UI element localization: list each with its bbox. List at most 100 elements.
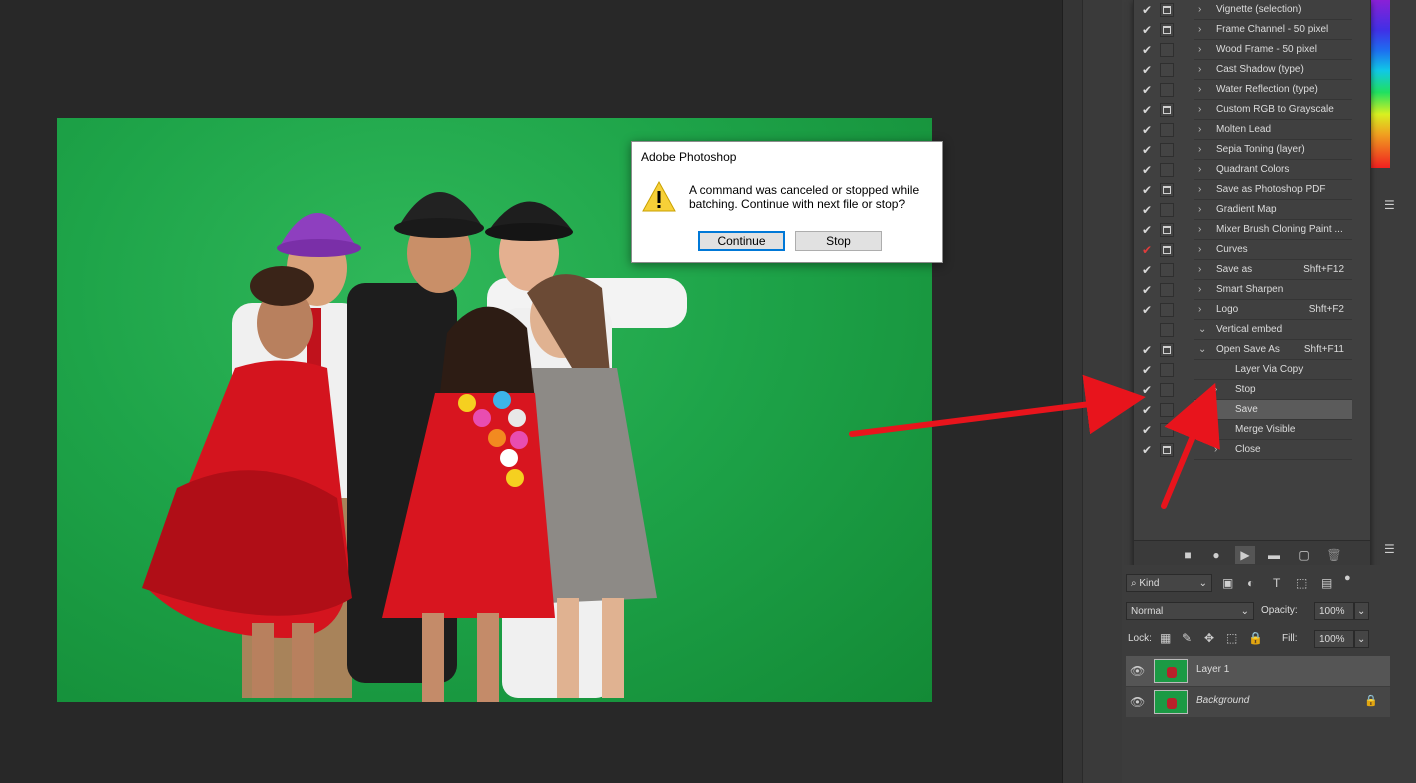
dialog-toggle-icon[interactable] (1160, 103, 1174, 117)
chevron-right-icon[interactable]: › (1198, 280, 1208, 299)
action-name-cell[interactable]: › Water Reflection (type) (1194, 80, 1352, 100)
lock-artboard-icon[interactable]: ⬚ (1226, 631, 1237, 645)
action-toggle-checkmark-icon[interactable]: ✔ (1140, 302, 1154, 318)
chevron-right-icon[interactable]: › (1198, 300, 1208, 319)
action-toggle-checkmark-icon[interactable]: ✔ (1140, 22, 1154, 38)
layer-name[interactable]: Layer 1 (1196, 664, 1229, 675)
dialog-toggle-icon[interactable] (1160, 123, 1174, 137)
lock-position-icon[interactable]: ✥ (1204, 631, 1214, 645)
action-name-cell[interactable]: › Quadrant Colors (1194, 160, 1352, 180)
chevron-right-icon[interactable]: › (1198, 220, 1208, 239)
action-name-cell[interactable]: › Custom RGB to Grayscale (1194, 100, 1352, 120)
chevron-right-icon[interactable]: › (1198, 20, 1208, 39)
action-toggle-checkmark-icon[interactable]: ✔ (1140, 102, 1154, 118)
action-toggle-checkmark-icon[interactable]: ✔ (1140, 422, 1154, 438)
action-name-cell[interactable]: › Smart Sharpen (1194, 280, 1352, 300)
chevron-right-icon[interactable]: › (1198, 40, 1208, 59)
layer-name[interactable]: Background (1196, 695, 1249, 706)
dialog-toggle-icon[interactable] (1160, 443, 1174, 457)
new-action-icon[interactable]: ▢ (1294, 546, 1314, 564)
dialog-toggle-icon[interactable] (1160, 263, 1174, 277)
action-toggle-checkmark-icon[interactable]: ✔ (1140, 182, 1154, 198)
chevron-right-icon[interactable]: › (1198, 260, 1208, 279)
action-name-cell[interactable]: ⌄ Open Save As Shft+F11 (1194, 340, 1352, 360)
trash-icon[interactable]: 🗑 (1324, 546, 1344, 564)
action-toggle-checkmark-icon[interactable]: ✔ (1140, 222, 1154, 238)
dialog-toggle-icon[interactable] (1160, 403, 1174, 417)
panel-menu-icon[interactable]: ☰ (1384, 198, 1395, 212)
action-toggle-checkmark-icon[interactable]: ✔ (1140, 402, 1154, 418)
dialog-toggle-icon[interactable] (1160, 183, 1174, 197)
action-toggle-checkmark-icon[interactable]: ✔ (1140, 442, 1154, 458)
action-name-cell[interactable]: › Close (1194, 440, 1352, 460)
new-set-folder-icon[interactable]: ▬ (1264, 546, 1284, 564)
action-toggle-checkmark-icon[interactable]: ✔ (1140, 162, 1154, 178)
dialog-toggle-icon[interactable] (1160, 383, 1174, 397)
dialog-toggle-icon[interactable] (1160, 223, 1174, 237)
chevron-right-icon[interactable]: › (1198, 100, 1208, 119)
action-toggle-checkmark-icon[interactable]: ✔ (1140, 282, 1154, 298)
action-name-cell[interactable]: › Gradient Map (1194, 200, 1352, 220)
action-name-cell[interactable]: › Molten Lead (1194, 120, 1352, 140)
action-toggle-checkmark-icon[interactable]: ✔ (1140, 362, 1154, 378)
action-name-cell[interactable]: › Vignette (selection) (1194, 0, 1352, 20)
type-filter-icon[interactable]: T (1273, 576, 1280, 590)
action-row[interactable]: ✔ › Logo Shft+F2 (1134, 300, 1352, 320)
chevron-right-icon[interactable]: › (1198, 0, 1208, 19)
dialog-toggle-icon[interactable] (1160, 143, 1174, 157)
chevron-down-icon[interactable]: ⌄ (1198, 320, 1208, 339)
action-name-cell[interactable]: › Logo Shft+F2 (1194, 300, 1352, 320)
action-row[interactable]: ✔ › Wood Frame - 50 pixel (1134, 40, 1352, 60)
action-name-cell[interactable]: › Curves (1194, 240, 1352, 260)
action-toggle-checkmark-icon[interactable]: ✔ (1140, 42, 1154, 58)
dialog-toggle-icon[interactable] (1160, 63, 1174, 77)
chevron-right-icon[interactable]: › (1198, 180, 1208, 199)
dialog-toggle-icon[interactable] (1160, 423, 1174, 437)
stop-button[interactable]: Stop (795, 231, 882, 251)
action-name-cell[interactable]: › Sepia Toning (layer) (1194, 140, 1352, 160)
chevron-right-icon[interactable]: › (1214, 380, 1224, 399)
action-toggle-checkmark-icon[interactable]: ✔ (1140, 382, 1154, 398)
lock-all-icon[interactable]: 🔒 (1248, 631, 1263, 645)
chevron-right-icon[interactable]: › (1198, 80, 1208, 99)
action-row[interactable]: ✔ › Molten Lead (1134, 120, 1352, 140)
dialog-toggle-icon[interactable] (1160, 3, 1174, 17)
chevron-right-icon[interactable]: › (1198, 200, 1208, 219)
chevron-right-icon[interactable]: › (1198, 140, 1208, 159)
action-toggle-checkmark-icon[interactable] (1140, 322, 1154, 338)
action-toggle-checkmark-icon[interactable]: ✔ (1140, 342, 1154, 358)
action-row[interactable]: ✔ › Sepia Toning (layer) (1134, 140, 1352, 160)
chevron-right-icon[interactable]: › (1198, 120, 1208, 139)
action-toggle-checkmark-icon[interactable]: ✔ (1140, 202, 1154, 218)
action-toggle-checkmark-icon[interactable]: ✔ (1140, 142, 1154, 158)
action-row[interactable]: ✔ › Frame Channel - 50 pixel (1134, 20, 1352, 40)
opacity-input[interactable]: 100% (1314, 602, 1354, 620)
pixel-filter-icon[interactable]: ▣ (1222, 576, 1233, 590)
dialog-toggle-icon[interactable] (1160, 323, 1174, 337)
adjustment-filter-icon[interactable]: ◐ (1247, 576, 1254, 590)
fill-input[interactable]: 100% (1314, 630, 1354, 648)
action-name-cell[interactable]: › Wood Frame - 50 pixel (1194, 40, 1352, 60)
filter-toggle-icon[interactable]: ● (1344, 571, 1351, 585)
dialog-toggle-icon[interactable] (1160, 243, 1174, 257)
action-toggle-checkmark-icon[interactable]: ✔ (1140, 62, 1154, 78)
fill-chevron[interactable]: ⌄ (1354, 630, 1369, 648)
chevron-right-icon[interactable]: › (1198, 240, 1208, 259)
layer-row[interactable]: 👁 Background 🔒 (1126, 687, 1390, 717)
dialog-toggle-icon[interactable] (1160, 163, 1174, 177)
action-name-cell[interactable]: › Save (1194, 400, 1352, 420)
document-canvas[interactable] (0, 0, 1062, 783)
action-toggle-checkmark-icon[interactable]: ✔ (1140, 122, 1154, 138)
dialog-toggle-icon[interactable] (1160, 203, 1174, 217)
action-row[interactable]: ✔ Layer Via Copy (1134, 360, 1352, 380)
blend-mode-dropdown[interactable]: Normal ⌄ (1126, 602, 1254, 620)
action-row[interactable]: ✔ › Quadrant Colors (1134, 160, 1352, 180)
lock-image-pixels-icon[interactable]: ✎ (1182, 631, 1192, 645)
action-row[interactable]: ✔ › Close (1134, 440, 1352, 460)
action-name-cell[interactable]: › Stop (1194, 380, 1352, 400)
action-name-cell[interactable]: › Frame Channel - 50 pixel (1194, 20, 1352, 40)
chevron-right-icon[interactable]: › (1198, 60, 1208, 79)
action-row[interactable]: ✔ › Cast Shadow (type) (1134, 60, 1352, 80)
action-row[interactable]: ✔ ⌄ Open Save As Shft+F11 (1134, 340, 1352, 360)
action-row[interactable]: ✔ › Water Reflection (type) (1134, 80, 1352, 100)
